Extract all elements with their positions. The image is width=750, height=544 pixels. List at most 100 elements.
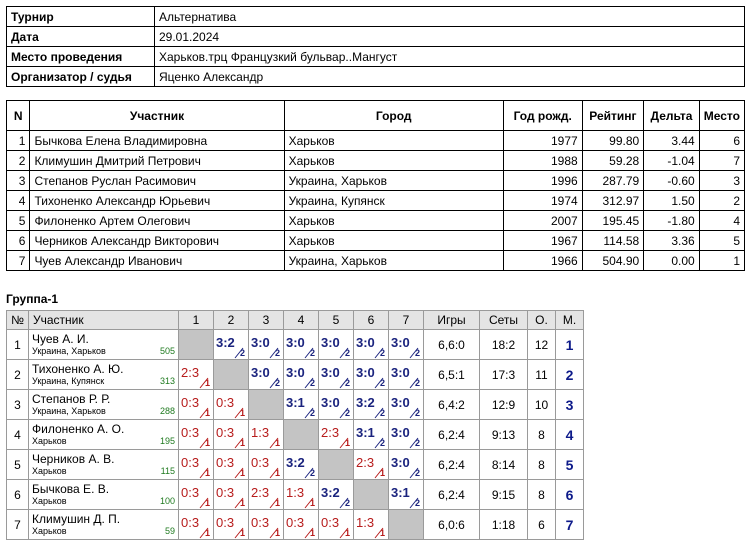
match-cell: 3:0 2 (248, 329, 284, 360)
match-cell: 0:3 1 (178, 479, 214, 510)
match-cell: 3:0 2 (318, 359, 354, 390)
group-col-header: 5 (318, 310, 354, 330)
match-cell: 1:3 1 (283, 479, 319, 510)
match-score: 0:3 (181, 515, 200, 530)
group-place: 1 (555, 329, 584, 360)
match-points: 2 (414, 378, 420, 388)
group-grid-header-row: № Участник 1 2 3 4 5 6 7 Игры Сеты О. М. (6, 310, 584, 330)
group-player-cell: Черников А. В. Харьков 115 (28, 449, 179, 480)
match-score: 0:3 (181, 485, 200, 500)
player-city: Харьков (32, 465, 67, 476)
match-score: 0:3 (181, 395, 200, 410)
match-cell: 0:3 1 (248, 449, 284, 480)
group-place: 4 (555, 419, 584, 450)
group-col-header: № (6, 310, 29, 330)
participant-cell: 4 (5, 190, 31, 211)
participant-cell: Чуев Александр Иванович (29, 250, 285, 271)
match-points: 1 (204, 438, 210, 448)
group-player-cell: Климушин Д. П. Харьков 59 (28, 509, 179, 540)
participant-cell: 6 (5, 230, 31, 251)
match-score: 3:2 (216, 335, 235, 350)
participant-cell: Харьков (283, 230, 504, 251)
match-score: 3:0 (286, 365, 305, 380)
match-points: 2 (414, 348, 420, 358)
player-city: Харьков (32, 435, 67, 446)
participant-cell: 5 (5, 210, 31, 231)
match-cell: 3:0 2 (353, 359, 389, 390)
participant-cell: 504.90 (581, 250, 645, 271)
match-score: 3:1 (391, 485, 410, 500)
participant-cell: 7 (5, 250, 31, 271)
match-points: 2 (274, 348, 280, 358)
participant-cell: 1966 (502, 250, 583, 271)
match-cell: 0:3 1 (213, 419, 249, 450)
group-place: 6 (555, 479, 584, 510)
participant-cell: Украина, Купянск (283, 190, 504, 211)
match-points: 2 (274, 378, 280, 388)
participant-cell: Украина, Харьков (283, 250, 504, 271)
match-cell: 3:2 2 (353, 389, 389, 420)
match-score: 3:1 (356, 425, 375, 440)
group-row-num: 7 (6, 509, 29, 540)
match-score: 3:0 (286, 335, 305, 350)
match-score: 3:0 (321, 395, 340, 410)
match-cell: 0:3 1 (213, 509, 249, 540)
match-points: 1 (379, 528, 385, 538)
participant-cell: Филоненко Артем Олегович (29, 210, 285, 231)
group-col-header: 1 (178, 310, 214, 330)
info-row: Турнир Альтернатива (6, 6, 745, 27)
participant-cell: 1 (5, 130, 31, 151)
player-name: Тихоненко А. Ю. (32, 361, 124, 376)
match-points: 2 (344, 348, 350, 358)
participant-cell: 59.28 (581, 150, 645, 171)
match-points: 1 (204, 528, 210, 538)
match-cell: 3:0 2 (318, 389, 354, 420)
group-player-cell: Чуев А. И. Украина, Харьков 505 (28, 329, 179, 360)
participant-row: 1 Бычкова Елена Владимировна Харьков 1977 99… (5, 130, 746, 151)
participant-cell: Харьков (283, 210, 504, 231)
match-cell: 2:3 1 (353, 449, 389, 480)
match-score: 2:3 (356, 455, 375, 470)
group-grid-table: № Участник 1 2 3 4 5 6 7 Игры Сеты О. М. 1 Чуев А. И.… (6, 310, 584, 540)
match-points: 1 (239, 468, 245, 478)
match-cell: 1:3 1 (248, 419, 284, 450)
participant-cell: -1.04 (643, 150, 700, 171)
match-score: 3:2 (286, 455, 305, 470)
match-score: 0:3 (216, 395, 235, 410)
match-points: 2 (379, 408, 385, 418)
match-cell: 0:3 1 (283, 509, 319, 540)
participant-cell: Степанов Руслан Расимович (29, 170, 285, 191)
group-row: 4 Филоненко А. О. Харьков 195 0:3 1 0:3 1 1:3 1 2:… (6, 419, 584, 450)
group-sets: 17:3 (479, 359, 528, 390)
match-cell: 0:3 1 (213, 479, 249, 510)
match-score: 0:3 (216, 485, 235, 500)
match-cell: 3:0 2 (388, 419, 424, 450)
player-rating: 115 (160, 466, 175, 476)
player-name: Степанов Р. Р. (32, 391, 111, 406)
player-name: Бычкова Е. В. (32, 481, 110, 496)
match-points: 2 (379, 348, 385, 358)
group-points: 11 (527, 359, 556, 390)
match-score: 0:3 (216, 455, 235, 470)
match-score: 3:0 (321, 365, 340, 380)
group-player-cell: Бычкова Е. В. Харьков 100 (28, 479, 179, 510)
group-games: 6,0:6 (423, 509, 480, 540)
group-games: 6,2:4 (423, 449, 480, 480)
participant-cell: 0.00 (643, 250, 700, 271)
match-score: 0:3 (181, 425, 200, 440)
participant-cell: Черников Александр Викторович (29, 230, 285, 251)
match-points: 1 (204, 408, 210, 418)
participant-row: 6 Черников Александр Викторович Харьков 196… (5, 230, 746, 251)
match-points: 1 (344, 528, 350, 538)
group-player-cell: Тихоненко А. Ю. Украина, Купянск 313 (28, 359, 179, 390)
match-points: 1 (239, 498, 245, 508)
player-rating: 313 (159, 376, 175, 386)
player-rating: 288 (159, 406, 175, 416)
match-points: 1 (239, 438, 245, 448)
match-points: 1 (274, 498, 280, 508)
group-points: 12 (527, 329, 556, 360)
match-cell: 0:3 1 (178, 389, 214, 420)
match-cell: 3:0 2 (248, 359, 284, 390)
participant-cell: 1974 (502, 190, 583, 211)
match-points: 1 (274, 438, 280, 448)
